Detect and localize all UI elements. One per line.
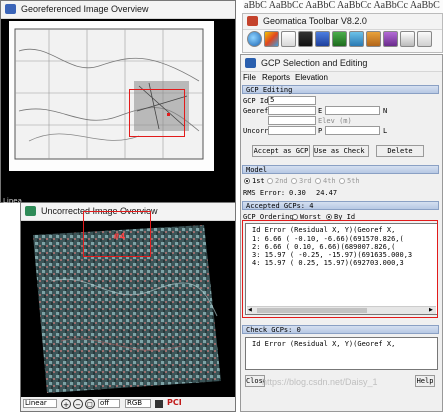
app-icon: [247, 16, 258, 26]
model-4th-radio[interactable]: [315, 178, 321, 184]
georef-gcp-point: [167, 113, 170, 116]
zoom-fit-icon[interactable]: □: [85, 399, 95, 409]
gcp-title: GCP Selection and Editing: [261, 58, 368, 68]
delete-button[interactable]: Delete: [376, 145, 424, 157]
help-button[interactable]: Help: [415, 375, 435, 387]
toolbar-title: Geomatica Toolbar V8.2.0: [263, 16, 367, 26]
chart-icon[interactable]: [366, 31, 381, 47]
pci-logo: PCI: [167, 398, 182, 407]
model-5th-label: 5th: [347, 177, 360, 185]
l-label: L: [383, 127, 388, 135]
gcp-editing-header: GCP Editing: [242, 85, 439, 94]
linear-select[interactable]: Linear: [23, 399, 57, 408]
watermark: https://blog.csdn.net/Daisy_1: [262, 377, 378, 387]
rms-x-value: 0.30: [289, 189, 306, 197]
georef-x-field[interactable]: [268, 106, 316, 115]
mosaic-icon[interactable]: [349, 31, 364, 47]
use-check-point-button[interactable]: Use as Check Pt: [313, 145, 369, 157]
app-icon: [25, 206, 36, 216]
gcp-id-input[interactable]: 5: [268, 96, 316, 105]
model-icon[interactable]: [315, 31, 330, 47]
model-3rd-radio[interactable]: [291, 178, 297, 184]
uncorr-p-field[interactable]: [268, 126, 316, 135]
rgb-select[interactable]: RGB: [125, 399, 151, 408]
menu-elevation[interactable]: Elevation: [295, 73, 328, 82]
focus-icon[interactable]: [383, 31, 398, 47]
model-1st-radio[interactable]: [244, 178, 250, 184]
check-gcps-header: Check GCPs: 0: [242, 325, 439, 334]
rms-y-value: 24.47: [316, 189, 338, 197]
app-icon: [5, 4, 16, 14]
menu-reports[interactable]: Reports: [262, 73, 290, 82]
palette-icon[interactable]: [264, 31, 279, 47]
model-3rd-label: 3rd: [299, 177, 312, 185]
georef-titlebar: Georeferenced Image Overview: [1, 1, 235, 19]
layer-icon[interactable]: [155, 400, 163, 408]
off-select[interactable]: off: [98, 399, 120, 408]
model-2nd-label: 2nd: [275, 177, 288, 185]
script-icon[interactable]: [400, 31, 415, 47]
elev-label: Elev (m): [318, 117, 352, 125]
toolbar-titlebar: Geomatica Toolbar V8.2.0: [243, 14, 442, 30]
accept-gcp-button[interactable]: Accept as GCP: [252, 145, 310, 157]
settings-icon[interactable]: [281, 31, 296, 47]
e-label: E: [318, 107, 323, 115]
p-label: P: [318, 127, 323, 135]
gcp-titlebar: GCP Selection and Editing: [241, 55, 442, 72]
style-gallery-text: aBbC AaBbCc AaBbC AaBbCc AaBbCc AaBbC: [244, 0, 440, 11]
uncorrected-overview-window: Uncorrected Image Overview #4 Linear + −…: [20, 202, 236, 412]
zoom-out-icon[interactable]: −: [73, 399, 83, 409]
check-gcp-table[interactable]: Id Error (Residual X, Y)(Georef X,: [245, 337, 438, 370]
zoom-in-icon[interactable]: +: [61, 399, 71, 409]
style-gallery-strip: aBbC AaBbCc AaBbC AaBbCc AaBbCc AaBbC: [243, 0, 443, 14]
accepted-table-highlight: [242, 220, 438, 318]
globe-icon[interactable]: [247, 31, 262, 47]
georef-y-field[interactable]: [325, 106, 380, 115]
n-label: N: [383, 107, 388, 115]
model-1st-label: 1st: [252, 177, 265, 185]
elevation-field[interactable]: [268, 116, 316, 125]
model-header: Model: [242, 165, 439, 174]
menu-file[interactable]: File: [243, 73, 256, 82]
ortho-icon[interactable]: [332, 31, 347, 47]
image-icon[interactable]: [298, 31, 313, 47]
app-icon: [245, 58, 256, 68]
model-2nd-radio[interactable]: [267, 178, 273, 184]
accepted-gcps-header: Accepted GCPs: 4: [242, 201, 439, 210]
rms-error-label: RMS Error:: [243, 189, 286, 197]
uncorrected-controls-bar: Linear + − □ off RGB PCI: [21, 397, 235, 411]
uncorr-l-field[interactable]: [325, 126, 380, 135]
help-icon[interactable]: [417, 31, 432, 47]
georef-title: Georeferenced Image Overview: [21, 4, 149, 14]
georef-gcp-highlight: [129, 89, 185, 137]
model-4th-label: 4th: [323, 177, 336, 185]
uncorrected-gcp-marker: #4: [113, 232, 126, 241]
georeferenced-overview-window: Georeferenced Image Overview Linea: [0, 0, 236, 205]
check-table-header: Id Error (Residual X, Y)(Georef X,: [252, 340, 396, 348]
model-5th-radio[interactable]: [339, 178, 345, 184]
